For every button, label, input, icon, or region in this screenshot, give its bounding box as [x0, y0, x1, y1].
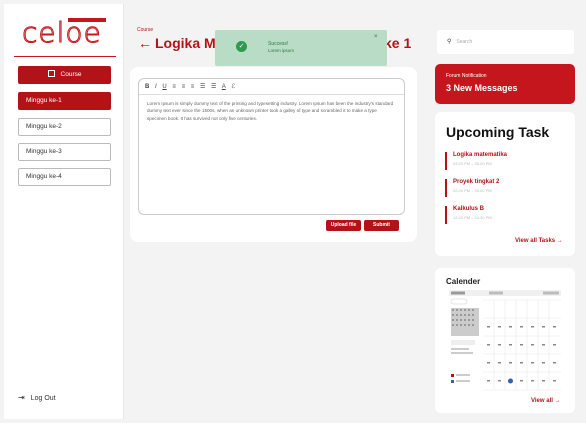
- celoe-logo: celoe: [22, 16, 114, 52]
- sidebar-item-week-2[interactable]: Minggu ke-2: [18, 118, 111, 136]
- calendar-card: Calender View all →: [435, 268, 575, 413]
- editor-card: B I U ≡ ≡ ≡ ☰ ☰ A ℰ Lorem Ipsum is simpl…: [130, 67, 417, 242]
- calendar-heading: Calender: [446, 277, 481, 286]
- task-item[interactable]: Proyek tingkat 2 02.00 PM – 04.00 PM: [445, 179, 555, 197]
- calendar-view-all-link[interactable]: View all →: [531, 398, 561, 404]
- search-input[interactable]: ⚲ Search: [437, 30, 574, 54]
- logo-text: celoe: [22, 16, 102, 50]
- sidebar-item-label: Minggu ke-2: [26, 123, 62, 130]
- logout-label: Log Out: [30, 395, 56, 402]
- italic-button[interactable]: I: [155, 84, 157, 90]
- rich-text-editor[interactable]: B I U ≡ ≡ ≡ ☰ ☰ A ℰ Lorem Ipsum is simpl…: [138, 78, 405, 215]
- back-arrow-icon[interactable]: ←: [138, 35, 152, 51]
- task-time: 02.00 PM – 04.00 PM: [453, 188, 492, 193]
- task-time: 03.00 PM – 05.00 PM: [453, 161, 492, 166]
- underline-button[interactable]: U: [162, 84, 166, 90]
- upcoming-task-card: Upcoming Task Logika matematika 03.00 PM…: [435, 112, 575, 256]
- calendar-preview-image: [449, 290, 561, 394]
- task-time: 12.00 PM – 04.30 PM: [453, 215, 492, 220]
- forum-notification-card[interactable]: Forum Notification 3 New Messages: [435, 64, 575, 104]
- task-item[interactable]: Logika matematika 03.00 PM – 05.00 PM: [445, 152, 555, 170]
- upcoming-task-heading: Upcoming Task: [446, 124, 550, 140]
- course-label: Course: [60, 71, 82, 78]
- close-icon[interactable]: ×: [374, 34, 378, 40]
- align-right-button[interactable]: ≡: [191, 84, 195, 90]
- page-title-tail: ke 1: [384, 35, 412, 51]
- search-icon: ⚲: [447, 39, 452, 45]
- numbered-list-button[interactable]: ☰: [211, 84, 216, 90]
- notification-label: Forum Notification: [446, 73, 487, 79]
- align-center-button[interactable]: ≡: [182, 84, 186, 90]
- notification-message: 3 New Messages: [446, 83, 518, 93]
- upload-file-button[interactable]: Upload file: [326, 220, 361, 231]
- search-placeholder: Search: [456, 39, 473, 45]
- toast-message: Lorem ipsum: [268, 48, 295, 53]
- sidebar-item-week-1[interactable]: Minggu ke-1: [18, 92, 111, 110]
- sidebar-item-label: Minggu ke-4: [26, 173, 62, 180]
- task-name: Proyek tingkat 2: [453, 179, 500, 185]
- align-left-button[interactable]: ≡: [172, 84, 176, 90]
- course-button[interactable]: Course: [18, 66, 111, 84]
- check-icon: ✓: [236, 41, 247, 52]
- page-title: ← Logika Ma: [138, 35, 223, 51]
- sidebar-item-week-4[interactable]: Minggu ke-4: [18, 168, 111, 186]
- page-title-text: Logika Ma: [155, 35, 224, 51]
- editor-content[interactable]: Lorem Ipsum is simply dummy text of the …: [147, 100, 395, 122]
- sidebar-item-label: Minggu ke-3: [26, 148, 62, 155]
- bold-button[interactable]: B: [145, 84, 149, 90]
- clear-format-button[interactable]: ℰ: [231, 84, 235, 90]
- bullet-list-button[interactable]: ☰: [200, 84, 205, 90]
- task-name: Kalkulus B: [453, 206, 485, 212]
- sidebar-item-label: Minggu ke-1: [26, 97, 62, 104]
- sidebar: celoe Course Minggu ke-1 Minggu ke-2 Min…: [4, 4, 124, 419]
- task-item[interactable]: Kalkulus B 12.00 PM – 04.30 PM: [445, 206, 555, 224]
- editor-toolbar: B I U ≡ ≡ ≡ ☰ ☰ A ℰ: [139, 79, 404, 95]
- view-all-tasks-link[interactable]: View all Tasks →: [515, 238, 563, 244]
- course-icon: [47, 70, 55, 77]
- toast-title: Success!: [268, 41, 289, 47]
- submit-button[interactable]: Submit: [364, 220, 399, 231]
- task-name: Logika matematika: [453, 152, 508, 158]
- breadcrumb[interactable]: Course: [137, 27, 153, 33]
- logo-divider: [14, 56, 116, 57]
- sidebar-item-week-3[interactable]: Minggu ke-3: [18, 143, 111, 161]
- logout-button[interactable]: ⇥ Log Out: [18, 393, 56, 402]
- text-color-button[interactable]: A: [222, 84, 226, 90]
- success-toast: ✓ Success! Lorem ipsum ×: [215, 30, 387, 66]
- logout-icon: ⇥: [18, 393, 25, 402]
